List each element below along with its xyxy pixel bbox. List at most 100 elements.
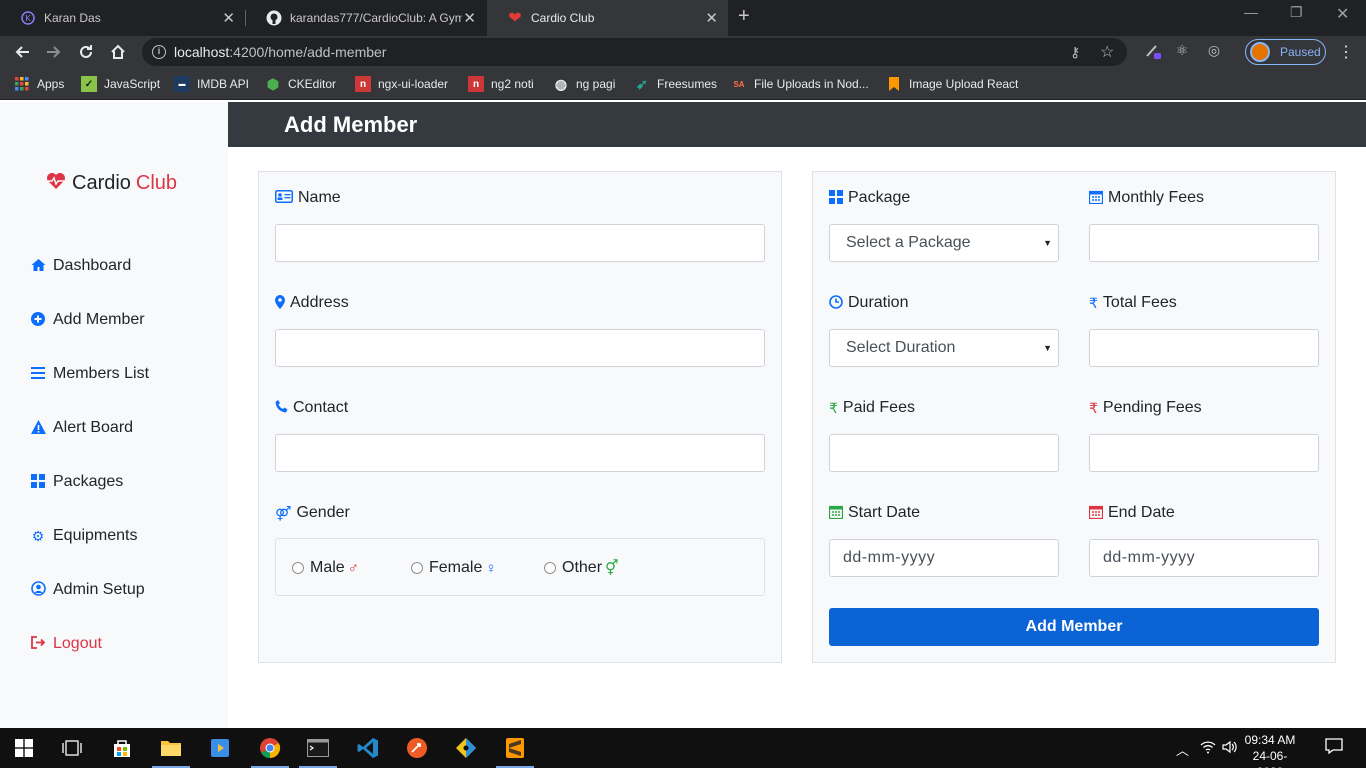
star-icon[interactable]: ☆	[1100, 42, 1114, 62]
bookmark-imdb-api[interactable]: ▬ IMDB API	[174, 76, 249, 92]
name-input[interactable]	[275, 224, 765, 262]
gender-label: ⚤ Gender	[275, 504, 350, 522]
home-icon[interactable]	[106, 40, 130, 64]
sidebar-item-logout[interactable]: Logout	[30, 635, 102, 653]
js-icon: ✓	[81, 76, 97, 92]
package-label-text: Package	[848, 189, 911, 206]
start-date-label-text: Start Date	[848, 504, 921, 521]
bookmark-apps[interactable]: Apps	[14, 76, 64, 92]
sidebar-item-admin-setup[interactable]: Admin Setup	[30, 581, 145, 599]
package-select[interactable]: Select a Package ▼	[829, 224, 1059, 262]
task-view-icon[interactable]	[58, 734, 86, 762]
wifi-icon[interactable]	[1200, 740, 1216, 757]
back-icon[interactable]	[10, 40, 34, 64]
monthly-fees-input[interactable]	[1089, 224, 1319, 262]
url-text[interactable]: localhost:4200/home/add-member	[174, 44, 386, 60]
bookmark-freesumes[interactable]: ➹ Freesumes	[634, 76, 717, 92]
target-icon[interactable]: ◎	[1204, 42, 1224, 62]
sidebar-item-packages[interactable]: Packages	[30, 473, 123, 491]
start-date-label: Start Date	[828, 504, 921, 522]
bookmark-label: Apps	[37, 77, 65, 91]
heartbeat-icon	[46, 172, 66, 195]
media-player-icon[interactable]	[206, 734, 234, 762]
postman-icon[interactable]	[403, 734, 431, 762]
gender-radio-group: Male ♂ Female ♀ Other ⚥	[275, 538, 765, 596]
browser-tab-active[interactable]: ❤ Cardio Club ✕	[487, 0, 728, 36]
radio-button[interactable]	[544, 562, 556, 574]
close-icon[interactable]: ✕	[222, 9, 235, 27]
forward-icon[interactable]	[42, 40, 66, 64]
sidebar-item-add-member[interactable]: Add Member	[30, 311, 145, 329]
windows-start-icon[interactable]	[10, 734, 38, 762]
gear-icon: ⚙	[31, 527, 45, 544]
bookmark-label: CKEditor	[288, 77, 337, 91]
new-tab-icon[interactable]: +	[738, 5, 750, 28]
pending-fees-input[interactable]	[1089, 434, 1319, 472]
grid-icon	[30, 473, 46, 491]
tab-title: karandas777/CardioClub: A Gym	[290, 11, 462, 25]
sidebar-item-alert-board[interactable]: Alert Board	[30, 419, 133, 437]
minimize-icon[interactable]: —	[1244, 4, 1258, 20]
paid-fees-label-text: Paid Fees	[842, 399, 915, 416]
brand-logo[interactable]: Cardio Club	[46, 172, 177, 195]
gender-male-radio[interactable]: Male ♂	[292, 559, 359, 577]
bookmark-label: ng pagi	[576, 77, 616, 91]
bookmark-ng2-noti[interactable]: n ng2 noti	[468, 76, 534, 92]
browser-toolbar: i localhost:4200/home/add-member ⚷ ☆ ⚛ ◎	[0, 36, 1366, 68]
chrome-icon[interactable]	[256, 734, 284, 762]
contact-input[interactable]	[275, 434, 765, 472]
system-clock[interactable]: 09:34 AM 24-06-2020	[1240, 732, 1300, 780]
sidebar-item-equipments[interactable]: ⚙ Equipments	[30, 527, 138, 545]
bookmark-image-upload-react[interactable]: Image Upload React	[886, 76, 1018, 92]
sublime-text-icon[interactable]	[501, 734, 529, 762]
paid-fees-input[interactable]	[829, 434, 1059, 472]
sign-out-icon	[30, 636, 46, 652]
reload-icon[interactable]	[74, 40, 98, 64]
duration-select[interactable]: Select Duration ▼	[829, 329, 1059, 367]
info-icon[interactable]: i	[152, 45, 166, 59]
close-icon[interactable]: ✕	[463, 9, 476, 27]
sidebar-item-dashboard[interactable]: Dashboard	[30, 257, 131, 275]
extension-icon[interactable]	[1143, 42, 1163, 62]
menu-icon[interactable]: ⋮	[1338, 42, 1354, 62]
close-icon[interactable]: ✕	[705, 9, 718, 27]
address-bar[interactable]: i localhost:4200/home/add-member ⚷ ☆	[142, 38, 1127, 66]
react-devtools-icon[interactable]: ⚛	[1172, 42, 1192, 62]
bookmark-javascript[interactable]: ✓ JavaScript	[81, 76, 160, 92]
radio-button[interactable]	[411, 562, 423, 574]
browser-tab[interactable]: karandas777/CardioClub: A Gym ✕	[246, 0, 486, 36]
bookmark-ckeditor[interactable]: ⬢ CKEditor	[265, 76, 336, 92]
total-fees-input[interactable]	[1089, 329, 1319, 367]
volume-icon[interactable]	[1222, 740, 1238, 757]
terminal-icon[interactable]	[304, 734, 332, 762]
end-date-label-text: End Date	[1108, 504, 1175, 521]
profile-button[interactable]: Paused	[1245, 39, 1326, 65]
sidebar-item-members-list[interactable]: Members List	[30, 365, 149, 383]
bookmark-ng-pagi[interactable]: ◍ ng pagi	[553, 76, 615, 92]
imdb-icon: ▬	[174, 76, 190, 92]
notifications-icon[interactable]	[1325, 738, 1343, 757]
tab-title: Cardio Club	[531, 11, 595, 25]
end-date-input[interactable]: dd-mm-yyyy	[1089, 539, 1319, 577]
url-path: :4200/home/add-member	[229, 44, 387, 60]
file-explorer-icon[interactable]	[157, 734, 185, 762]
key-icon[interactable]: ⚷	[1070, 44, 1080, 61]
radio-button[interactable]	[292, 562, 304, 574]
bookmark-file-uploads[interactable]: SA File Uploads in Nod...	[731, 76, 868, 92]
chevron-up-icon[interactable]: ︿	[1176, 740, 1189, 759]
git-kraken-icon[interactable]	[452, 734, 480, 762]
gender-other-radio[interactable]: Other ⚥	[544, 559, 619, 577]
user-circle-icon	[30, 581, 46, 599]
add-member-button[interactable]: Add Member	[829, 608, 1319, 646]
bookmark-ngx-ui-loader[interactable]: n ngx-ui-loader	[355, 76, 448, 92]
globe-icon: ◍	[554, 75, 568, 92]
restore-icon[interactable]: ❐	[1290, 4, 1303, 21]
start-date-input[interactable]: dd-mm-yyyy	[829, 539, 1059, 577]
store-icon[interactable]	[108, 734, 136, 762]
gender-female-radio[interactable]: Female ♀	[411, 559, 497, 577]
browser-tab[interactable]: K Karan Das ✕	[0, 0, 245, 36]
vscode-icon[interactable]	[354, 734, 382, 762]
window-close-icon[interactable]: ✕	[1336, 4, 1349, 24]
profile-status: Paused	[1280, 45, 1321, 59]
address-input[interactable]	[275, 329, 765, 367]
